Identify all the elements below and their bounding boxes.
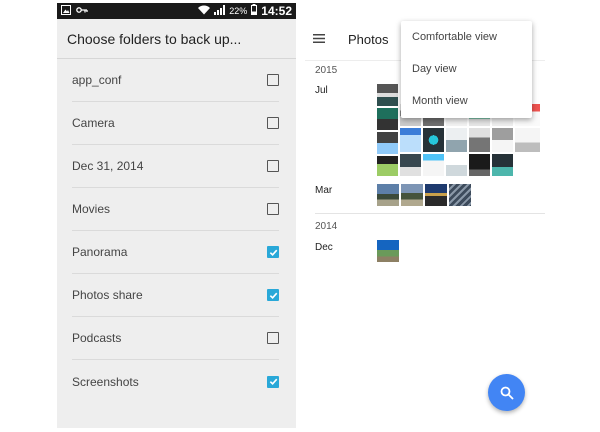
month-label: Jul	[315, 85, 328, 96]
folder-item[interactable]: Camera	[72, 102, 279, 145]
year-label: 2015	[315, 65, 338, 76]
photo-thumbnail[interactable]	[376, 239, 400, 263]
photo-thumbnail[interactable]	[376, 107, 399, 131]
photo-thumbnail[interactable]	[468, 127, 491, 153]
photo-thumbnail[interactable]	[422, 153, 445, 177]
photo-thumbnail[interactable]	[491, 153, 514, 177]
folder-item[interactable]: Photos share	[72, 274, 279, 317]
folder-item[interactable]: Screenshots	[72, 360, 279, 403]
battery-icon	[251, 4, 258, 18]
month-label: Dec	[315, 242, 333, 253]
folder-label: Camera	[72, 116, 115, 130]
folder-label: Panorama	[72, 245, 128, 259]
photo-thumbnail[interactable]	[399, 127, 422, 153]
checkmark-icon	[269, 292, 277, 299]
photo-thumbnail[interactable]	[399, 153, 422, 177]
status-clock: 14:52	[261, 4, 292, 18]
folder-checkbox[interactable]	[267, 246, 279, 258]
folder-checkbox[interactable]	[267, 375, 279, 388]
menu-item-day-view[interactable]: Day view	[401, 53, 532, 85]
photos-screen: Photos 2015 Jul Mar 2014 Dec Comfortable…	[305, 3, 545, 428]
photo-thumbnail[interactable]	[445, 153, 468, 177]
folder-checkbox[interactable]	[267, 289, 279, 301]
photo-thumbnail[interactable]	[424, 183, 448, 207]
search-icon	[500, 386, 513, 399]
menu-item-month-view[interactable]: Month view	[401, 85, 532, 117]
search-fab[interactable]	[488, 374, 525, 411]
folder-label: Movies	[72, 202, 111, 216]
folder-list: app_conf Camera Dec 31, 2014 Movies Pano…	[57, 59, 296, 403]
view-options-menu: Comfortable view Day view Month view	[401, 21, 532, 118]
photo-thumbnail[interactable]	[376, 131, 399, 155]
month-label: Mar	[315, 185, 333, 196]
folder-picker-screen: 22% 14:52 Choose folders to back up... a…	[57, 3, 296, 428]
folder-label: Screenshots	[72, 374, 139, 389]
folder-item[interactable]: Movies	[72, 188, 279, 231]
signal-icon	[214, 4, 226, 18]
photo-thumbnail[interactable]	[445, 127, 468, 153]
photo-thumbnail[interactable]	[376, 183, 400, 207]
folder-label: app_conf	[72, 73, 122, 87]
folder-item[interactable]: Panorama	[72, 231, 279, 274]
folder-item[interactable]: app_conf	[72, 59, 279, 102]
folder-label: Dec 31, 2014	[72, 159, 144, 173]
folder-item[interactable]: Podcasts	[72, 317, 279, 360]
dialog-title: Choose folders to back up...	[57, 19, 296, 59]
photo-thumbnail[interactable]	[468, 153, 491, 177]
status-bar: 22% 14:52	[57, 3, 296, 19]
photo-thumbnail[interactable]	[422, 127, 445, 153]
folder-label: Photos share	[72, 288, 143, 302]
photo-thumbnail[interactable]	[491, 127, 514, 153]
folder-checkbox[interactable]	[267, 160, 279, 172]
folder-label: Podcasts	[72, 331, 122, 345]
year-label: 2014	[315, 221, 338, 232]
folder-checkbox[interactable]	[267, 332, 279, 344]
app-title: Photos	[348, 32, 389, 47]
photo-thumbnail[interactable]	[448, 183, 472, 207]
key-notification-icon	[76, 6, 88, 17]
section-divider	[315, 213, 545, 214]
menu-icon[interactable]	[313, 34, 325, 43]
folder-item[interactable]: Dec 31, 2014	[72, 145, 279, 188]
wifi-icon	[198, 5, 211, 18]
menu-item-comfortable-view[interactable]: Comfortable view	[401, 21, 532, 53]
folder-checkbox[interactable]	[267, 74, 279, 86]
battery-percent: 22%	[229, 6, 248, 16]
gallery-notification-icon	[61, 4, 71, 18]
folder-checkbox[interactable]	[267, 117, 279, 129]
photo-thumbnail[interactable]	[376, 83, 399, 107]
checkmark-icon	[269, 378, 277, 386]
photo-thumbnail[interactable]	[514, 127, 541, 153]
checkmark-icon	[269, 249, 277, 256]
photo-thumbnail[interactable]	[400, 183, 424, 207]
photo-thumbnail[interactable]	[376, 155, 399, 177]
folder-checkbox[interactable]	[267, 203, 279, 215]
